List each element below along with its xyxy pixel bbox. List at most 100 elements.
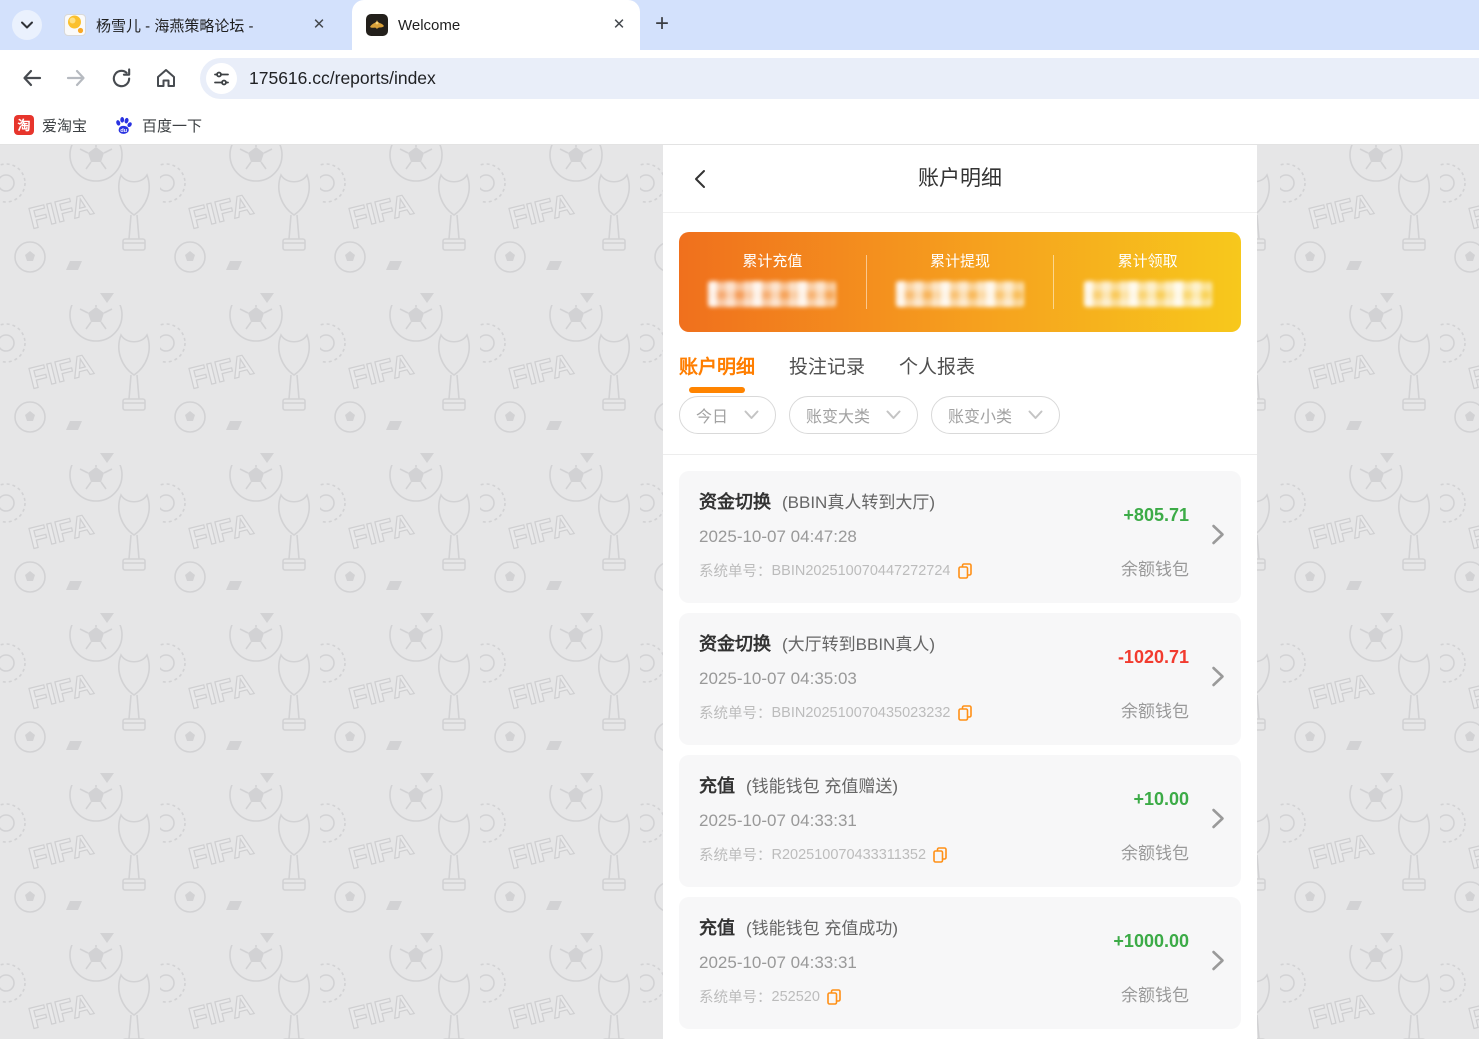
back-arrow-icon — [23, 69, 42, 87]
url-text[interactable]: 175616.cc/reports/index — [249, 68, 436, 89]
stat-total-deposit: 累计充值 — [679, 232, 866, 332]
order-number: BBIN202510070447272724 — [771, 562, 951, 579]
new-tab-button[interactable]: + — [648, 11, 676, 39]
forward-button[interactable] — [62, 64, 90, 92]
taobao-icon: 淘 — [14, 115, 34, 135]
order-label: 系统单号： — [699, 564, 772, 580]
svg-text:淘: 淘 — [17, 118, 30, 133]
browser-tab-welcome[interactable]: Welcome ✕ — [352, 0, 640, 50]
chevron-down-icon — [21, 21, 33, 29]
order-label: 系统单号： — [699, 848, 772, 864]
account-detail-panel: 账户明细 累计充值 累计提现 累计领取 账户明细 投注记录 个人报表 今日 账变… — [663, 145, 1257, 1039]
filter-label: 账变小类 — [948, 409, 1013, 426]
stat-label: 累计提现 — [930, 253, 991, 270]
home-icon — [157, 69, 175, 87]
site-settings-tune-icon — [214, 71, 229, 86]
page-back-button[interactable] — [687, 165, 715, 193]
filter-minor-type[interactable]: 账变小类 — [931, 396, 1061, 434]
filter-label: 账变大类 — [806, 409, 871, 426]
chevron-left-icon — [695, 170, 705, 188]
address-bar[interactable]: 175616.cc/reports/index — [200, 58, 1479, 99]
transaction-wallet: 余额钱包 — [1121, 844, 1189, 863]
chevron-down-icon — [1028, 410, 1043, 419]
filter-major-type[interactable]: 账变大类 — [789, 396, 919, 434]
transaction-amount: +10.00 — [1133, 789, 1189, 809]
page-background: FIFA — [0, 145, 1479, 1039]
order-label: 系统单号： — [699, 990, 772, 1006]
chevron-right-icon[interactable] — [1211, 808, 1225, 835]
reload-icon — [112, 67, 130, 87]
order-number: BBIN202510070435023232 — [771, 704, 951, 721]
section-tabs: 账户明细 投注记录 个人报表 — [663, 332, 1257, 393]
browser-tab-forum[interactable]: 杨雪儿 - 海燕策略论坛 - ✕ — [50, 0, 340, 50]
transaction-time: 2025-10-07 04:35:03 — [699, 669, 857, 688]
tab-personal-report[interactable]: 个人报表 — [899, 352, 975, 395]
order-number: R202510070433311352 — [771, 846, 927, 863]
tab-title: 杨雪儿 - 海燕策略论坛 - — [96, 17, 254, 35]
chevron-down-icon — [886, 410, 901, 419]
transaction-list: 资金切换 (BBIN真人转到大厅) 2025-10-07 04:47:28 系统… — [663, 455, 1257, 1039]
transaction-description: (BBIN真人转到大厅) — [782, 493, 935, 512]
back-button[interactable] — [18, 64, 46, 92]
copy-icon[interactable] — [957, 704, 972, 721]
transaction-type: 充值 — [699, 776, 735, 796]
filter-date[interactable]: 今日 — [679, 396, 777, 434]
transaction-card[interactable]: 资金切换 (BBIN真人转到大厅) 2025-10-07 04:47:28 系统… — [679, 471, 1241, 603]
tab-close-icon[interactable]: ✕ — [310, 16, 328, 34]
tab-close-icon[interactable]: ✕ — [610, 16, 628, 34]
welcome-favicon-icon — [366, 14, 388, 36]
transaction-wallet: 余额钱包 — [1121, 560, 1189, 579]
transaction-time: 2025-10-07 04:33:31 — [699, 811, 857, 830]
transaction-card[interactable]: 充值 (钱能钱包 充值成功) 2025-10-07 04:33:31 系统单号：… — [679, 897, 1241, 1029]
bookmark-taobao[interactable]: 淘 爱淘宝 — [14, 115, 87, 136]
baidu-paw-icon: du — [116, 116, 132, 133]
browser-tab-strip: 杨雪儿 - 海燕策略论坛 - ✕ Welcome ✕ + — [0, 0, 1479, 50]
stat-label: 累计充值 — [742, 253, 803, 270]
totals-card: 累计充值 累计提现 累计领取 — [679, 232, 1241, 332]
stat-label: 累计领取 — [1117, 253, 1178, 270]
order-number: 252520 — [771, 988, 820, 1005]
chevron-right-icon[interactable] — [1211, 950, 1225, 977]
site-settings-button[interactable] — [206, 63, 237, 94]
transaction-description: (钱能钱包 充值赠送) — [746, 777, 899, 796]
tab-bet-records[interactable]: 投注记录 — [789, 352, 865, 395]
bookmark-baidu[interactable]: du 百度一下 — [113, 115, 202, 136]
chevron-right-icon[interactable] — [1211, 666, 1225, 693]
tab-label: 账户明细 — [679, 357, 756, 378]
transaction-time: 2025-10-07 04:33:31 — [699, 953, 857, 972]
chevron-right-icon[interactable] — [1211, 524, 1225, 551]
transaction-amount: -1020.71 — [1117, 647, 1189, 667]
copy-icon[interactable] — [957, 562, 972, 579]
active-tab-underline — [689, 387, 745, 393]
tab-account-detail[interactable]: 账户明细 — [679, 352, 755, 395]
copy-icon[interactable] — [827, 988, 841, 1005]
tab-title: Welcome — [398, 16, 461, 34]
transaction-card[interactable]: 资金切换 (大厅转到BBIN真人) 2025-10-07 04:35:03 系统… — [679, 613, 1241, 745]
filter-label: 今日 — [696, 409, 729, 426]
transaction-description: (钱能钱包 充值成功) — [746, 919, 899, 938]
forum-favicon-icon — [64, 14, 86, 36]
bookmarks-bar: 淘 爱淘宝 du 百度一下 — [0, 106, 1479, 145]
copy-icon[interactable] — [933, 846, 947, 863]
stat-total-withdraw: 累计提现 — [867, 232, 1054, 332]
masked-value — [1083, 281, 1212, 307]
transaction-type: 资金切换 — [699, 634, 771, 654]
transaction-card[interactable]: 充值 (钱能钱包 充值赠送) 2025-10-07 04:33:31 系统单号：… — [679, 755, 1241, 887]
transaction-type: 资金切换 — [699, 492, 771, 512]
forward-arrow-icon — [66, 69, 85, 87]
page-title: 账户明细 — [918, 167, 1002, 190]
chevron-down-icon — [744, 410, 759, 419]
transaction-amount: +1000.00 — [1113, 931, 1189, 951]
tab-label: 个人报表 — [899, 357, 976, 378]
home-button[interactable] — [152, 64, 180, 92]
transaction-description: (大厅转到BBIN真人) — [782, 635, 935, 654]
bookmark-label: 爱淘宝 — [42, 117, 88, 135]
transaction-type: 充值 — [699, 918, 735, 938]
bookmark-label: 百度一下 — [142, 117, 203, 135]
reload-button[interactable] — [107, 64, 135, 92]
filters-row: 今日 账变大类 账变小类 — [663, 390, 1257, 455]
tab-search-button[interactable] — [12, 10, 42, 40]
order-label: 系统单号： — [699, 706, 772, 722]
masked-value — [708, 281, 837, 307]
svg-text:du: du — [120, 127, 127, 133]
